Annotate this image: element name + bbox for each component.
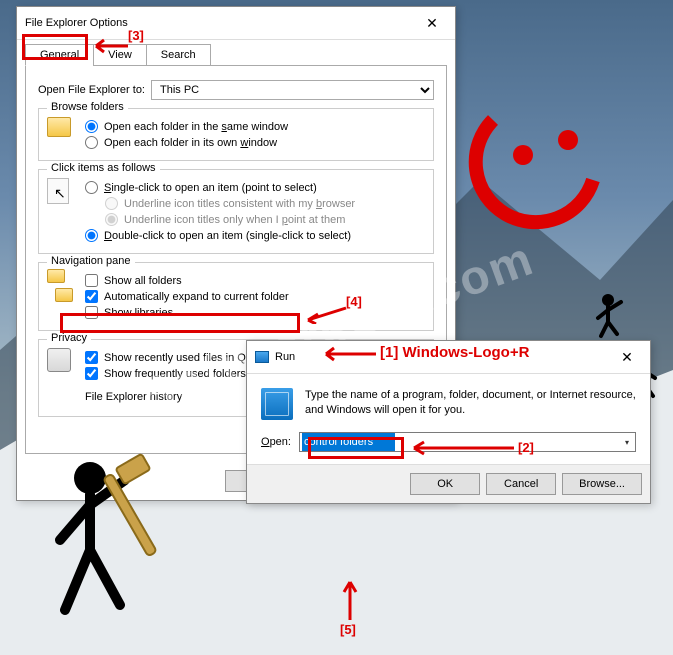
run-description: Type the name of a program, folder, docu…	[305, 388, 636, 420]
radio-own-window[interactable]	[85, 136, 98, 149]
radio-single-click[interactable]	[85, 181, 98, 194]
history-label: File Explorer history	[85, 391, 182, 403]
run-dialog: Run ✕ Type the name of a program, folder…	[246, 340, 651, 504]
folder-tree-icon	[47, 269, 65, 283]
climber-figure-1	[593, 290, 633, 340]
run-browse-button[interactable]: Browse...	[562, 473, 642, 495]
run-open-input[interactable]	[299, 432, 636, 452]
folder-icon	[47, 117, 71, 137]
radio-underline-browser	[105, 197, 118, 210]
run-open-label: Open:	[261, 436, 291, 448]
close-button[interactable]: ✕	[417, 13, 447, 33]
navigation-pane-group: Navigation pane Show all folders Automat…	[38, 262, 434, 331]
tab-general[interactable]: General	[25, 44, 94, 66]
open-explorer-label: Open File Explorer to:	[38, 84, 145, 96]
run-titlebar[interactable]: Run ✕	[247, 341, 650, 374]
run-close-button[interactable]: ✕	[612, 347, 642, 367]
run-program-icon	[261, 388, 293, 420]
tab-view[interactable]: View	[93, 44, 147, 66]
close-icon: ✕	[621, 349, 633, 366]
dialog-titlebar[interactable]: File Explorer Options ✕	[17, 7, 455, 40]
tabs-row: General View Search	[17, 40, 455, 66]
check-show-libraries[interactable]	[85, 306, 98, 319]
smiley-logo	[453, 100, 613, 260]
run-window-icon	[255, 351, 269, 363]
radio-own-window-label: Open each folder in its own window	[104, 137, 277, 149]
check-auto-expand-label: Automatically expand to current folder	[104, 291, 289, 303]
dialog-title: File Explorer Options	[25, 17, 128, 29]
radio-same-window-label: Open each folder in the same window	[104, 121, 288, 133]
click-items-title: Click items as follows	[47, 162, 160, 174]
check-frequent-folders[interactable]	[85, 367, 98, 380]
run-title: Run	[275, 351, 295, 363]
radio-underline-point-label: Underline icon titles only when I point …	[124, 214, 345, 226]
hammer-figure	[30, 450, 170, 630]
click-items-group: Click items as follows ↖ Single-click to…	[38, 169, 434, 254]
radio-underline-browser-label: Underline icon titles consistent with my…	[124, 198, 355, 210]
check-show-all-folders-label: Show all folders	[104, 275, 182, 287]
check-auto-expand[interactable]	[85, 290, 98, 303]
run-cancel-button[interactable]: Cancel	[486, 473, 556, 495]
check-recent-files[interactable]	[85, 351, 98, 364]
tab-search[interactable]: Search	[146, 44, 211, 66]
check-show-all-folders[interactable]	[85, 274, 98, 287]
radio-double-click[interactable]	[85, 229, 98, 242]
radio-underline-point	[105, 213, 118, 226]
close-icon: ✕	[426, 15, 438, 32]
radio-single-click-label: Single-click to open an item (point to s…	[104, 182, 317, 194]
history-icon	[47, 348, 71, 372]
privacy-title: Privacy	[47, 332, 91, 344]
run-ok-button[interactable]: OK	[410, 473, 480, 495]
radio-same-window[interactable]	[85, 120, 98, 133]
navigation-pane-title: Navigation pane	[47, 255, 135, 267]
browse-folders-group: Browse folders Open each folder in the s…	[38, 108, 434, 161]
cursor-icon: ↖	[47, 178, 69, 204]
open-explorer-select[interactable]: This PC	[151, 80, 434, 100]
check-show-libraries-label: Show libraries	[104, 307, 173, 319]
browse-folders-title: Browse folders	[47, 101, 128, 113]
folder-tree-icon-2	[55, 288, 73, 302]
radio-double-click-label: Double-click to open an item (single-cli…	[104, 230, 351, 242]
